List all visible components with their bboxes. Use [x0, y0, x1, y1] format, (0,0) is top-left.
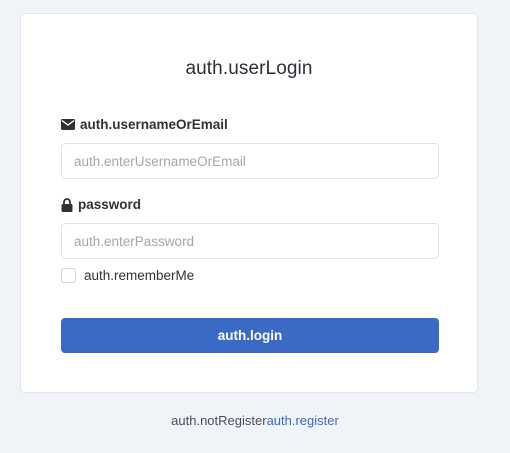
password-label: password	[61, 197, 141, 212]
login-card: auth.userLogin auth.usernameOrEmail pass…	[20, 13, 478, 393]
register-link[interactable]: auth.register	[267, 413, 339, 428]
remember-me-label[interactable]: auth.rememberMe	[84, 268, 194, 283]
register-prompt: auth.notRegisterauth.register	[0, 413, 510, 428]
remember-me-row[interactable]: auth.rememberMe	[61, 268, 194, 283]
lock-icon	[61, 197, 73, 212]
login-button[interactable]: auth.login	[61, 318, 439, 353]
username-label: auth.usernameOrEmail	[61, 117, 228, 132]
page-title: auth.userLogin	[185, 58, 313, 79]
envelope-icon	[61, 119, 75, 130]
password-input[interactable]	[61, 223, 439, 259]
not-registered-text: auth.notRegister	[171, 413, 267, 428]
username-input[interactable]	[61, 143, 439, 179]
remember-me-checkbox[interactable]	[61, 268, 76, 283]
password-label-text: password	[78, 197, 142, 212]
username-label-text: auth.usernameOrEmail	[80, 117, 228, 132]
